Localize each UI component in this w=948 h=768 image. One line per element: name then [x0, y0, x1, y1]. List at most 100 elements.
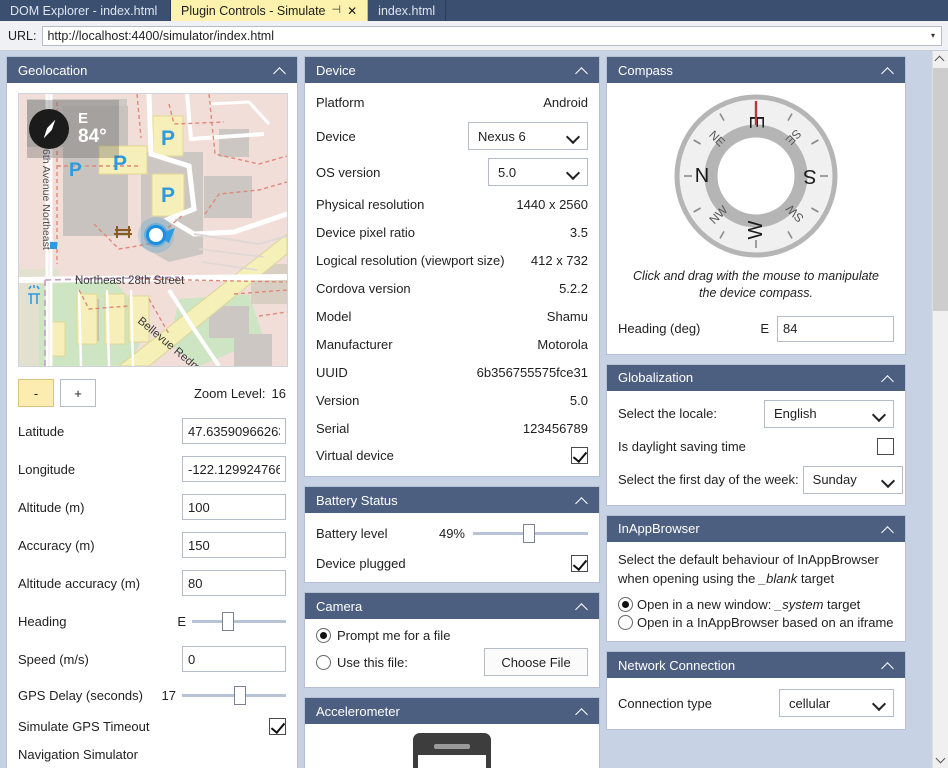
panel-header-globalization[interactable]: Globalization	[607, 365, 905, 391]
scroll-down-button[interactable]	[933, 751, 948, 768]
slider-battery-level[interactable]	[473, 522, 588, 544]
checkbox-simulate-timeout[interactable]	[269, 718, 286, 735]
tab-index-html[interactable]: index.html	[368, 0, 446, 21]
close-icon[interactable]: ✕	[347, 5, 357, 17]
field-navigation-simulator: Navigation Simulator	[18, 744, 286, 764]
url-combobox[interactable]: http://localhost:4400/simulator/index.ht…	[42, 26, 942, 46]
panel-header-accelerometer[interactable]: Accelerometer	[305, 698, 599, 724]
panel-header-compass[interactable]: Compass	[607, 57, 905, 83]
panel-camera: Camera Prompt me for a file Use this fil…	[304, 592, 600, 688]
field-longitude: Longitude	[18, 455, 286, 483]
scrollbar-thumb[interactable]	[933, 68, 948, 311]
input-compass-heading[interactable]	[777, 316, 894, 342]
panel-battery-status: Battery Status Battery level 49%	[304, 486, 600, 583]
input-speed[interactable]	[182, 646, 286, 672]
vertical-scrollbar[interactable]	[932, 51, 948, 768]
input-longitude[interactable]	[182, 456, 286, 482]
select-first-day[interactable]: Sunday	[803, 466, 903, 494]
phone-3d-model[interactable]	[413, 733, 491, 768]
radio-use-this-file[interactable]: Use this file:	[316, 655, 484, 670]
slider-gps-delay[interactable]	[182, 684, 286, 706]
chevron-up-icon[interactable]	[575, 63, 589, 77]
tab-plugin-controls[interactable]: Plugin Controls - Simulate ⊣ ✕	[171, 0, 368, 21]
radio-icon[interactable]	[618, 597, 633, 612]
panel-title: Network Connection	[618, 658, 881, 673]
slider-thumb[interactable]	[523, 524, 535, 543]
radio-open-iframe[interactable]: Open in a InAppBrowser based on an ifram…	[618, 615, 894, 630]
select-device[interactable]: Nexus 6	[468, 122, 588, 150]
checkbox-device-plugged[interactable]	[571, 555, 588, 572]
label-open-iframe: Open in a InAppBrowser based on an ifram…	[637, 615, 894, 630]
value-device-pixel-ratio: 3.5	[570, 225, 588, 240]
panel-header-camera[interactable]: Camera	[305, 593, 599, 619]
select-locale[interactable]: English	[764, 400, 894, 428]
chevron-up-icon[interactable]	[881, 63, 895, 77]
tab-label: Plugin Controls - Simulate	[181, 4, 326, 18]
field-gps-delay: GPS Delay (seconds) 17	[18, 683, 286, 707]
input-accuracy[interactable]	[182, 532, 286, 558]
panel-compass: Compass	[606, 56, 906, 355]
label-version: Version	[316, 393, 570, 408]
row-first-day: Select the first day of the week: Sunday	[618, 466, 894, 494]
chevron-up-icon[interactable]	[575, 493, 589, 507]
label-device: Device	[316, 129, 468, 144]
radio-icon[interactable]	[618, 615, 633, 630]
select-connection-type[interactable]: cellular	[779, 689, 894, 717]
field-altitude: Altitude (m)	[18, 493, 286, 521]
panel-network-connection: Network Connection Connection type cellu…	[606, 651, 906, 730]
row-daylight-saving: Is daylight saving time	[618, 436, 894, 458]
slider-thumb[interactable]	[234, 686, 246, 705]
chevron-up-icon[interactable]	[881, 371, 895, 385]
label-battery-level: Battery level	[316, 526, 439, 541]
radio-open-new-window[interactable]: Open in a new window: _system target	[618, 597, 894, 612]
chevron-down-icon[interactable]: ▾	[925, 31, 941, 40]
chevron-up-icon[interactable]	[575, 704, 589, 718]
column-right: Compass	[606, 56, 906, 768]
input-altitude[interactable]	[182, 494, 286, 520]
slider-thumb[interactable]	[222, 612, 234, 631]
table-row: Version 5.0	[316, 390, 588, 410]
tab-dom-explorer[interactable]: DOM Explorer - index.html	[0, 0, 171, 21]
radio-prompt-for-file[interactable]: Prompt me for a file	[316, 628, 588, 643]
value-serial: 123456789	[523, 421, 588, 436]
zoom-in-button[interactable]: +	[60, 379, 96, 407]
chevron-up-icon[interactable]	[881, 658, 895, 672]
compass-dial[interactable]: N E S W NE SE SW NW	[672, 92, 840, 260]
label-heading: Heading	[18, 614, 177, 629]
checkbox-virtual-device[interactable]	[571, 447, 588, 464]
input-latitude[interactable]	[182, 418, 286, 444]
panel-header-device[interactable]: Device	[305, 57, 599, 83]
row-compass-heading: Heading (deg) E	[618, 315, 894, 343]
slider-track	[192, 620, 286, 623]
label-open-new-window-pre: Open in a new window:	[637, 597, 775, 612]
zoom-out-button[interactable]: -	[18, 379, 54, 407]
panel-globalization: Globalization Select the locale: English	[606, 364, 906, 506]
radio-icon[interactable]	[316, 655, 331, 670]
checkbox-daylight-saving[interactable]	[877, 438, 894, 455]
panel-header-battery[interactable]: Battery Status	[305, 487, 599, 513]
input-altitude-accuracy[interactable]	[182, 570, 286, 596]
chevron-up-icon[interactable]	[575, 599, 589, 613]
panel-header-inappbrowser[interactable]: InAppBrowser	[607, 516, 905, 542]
chevron-down-icon	[874, 410, 885, 421]
url-input[interactable]: http://localhost:4400/simulator/index.ht…	[47, 29, 925, 43]
table-row: Device pixel ratio 3.5	[316, 222, 588, 242]
label-prompt-for-file: Prompt me for a file	[337, 628, 450, 643]
gps-delay-value: 17	[162, 688, 176, 703]
map-compass-degrees: 84°	[78, 127, 107, 147]
label-virtual-device: Virtual device	[316, 448, 571, 463]
chevron-up-icon[interactable]	[273, 63, 287, 77]
slider-heading[interactable]	[192, 610, 286, 632]
chevron-up-icon[interactable]	[881, 522, 895, 536]
panel-header-network[interactable]: Network Connection	[607, 652, 905, 678]
pin-icon[interactable]: ⊣	[332, 5, 342, 16]
scroll-up-button[interactable]	[933, 51, 948, 68]
map-compass-direction: E	[78, 111, 107, 127]
panel-header-geolocation[interactable]: Geolocation	[7, 57, 297, 83]
value-uuid: 6b356755575fce31	[477, 365, 588, 380]
radio-icon[interactable]	[316, 628, 331, 643]
map-view[interactable]: P P P P 6th Avenue Northeast Northeast 2…	[18, 93, 288, 367]
zoom-level-label: Zoom Level:	[194, 386, 266, 401]
choose-file-button[interactable]: Choose File	[484, 648, 588, 676]
select-os-version[interactable]: 5.0	[488, 158, 588, 186]
